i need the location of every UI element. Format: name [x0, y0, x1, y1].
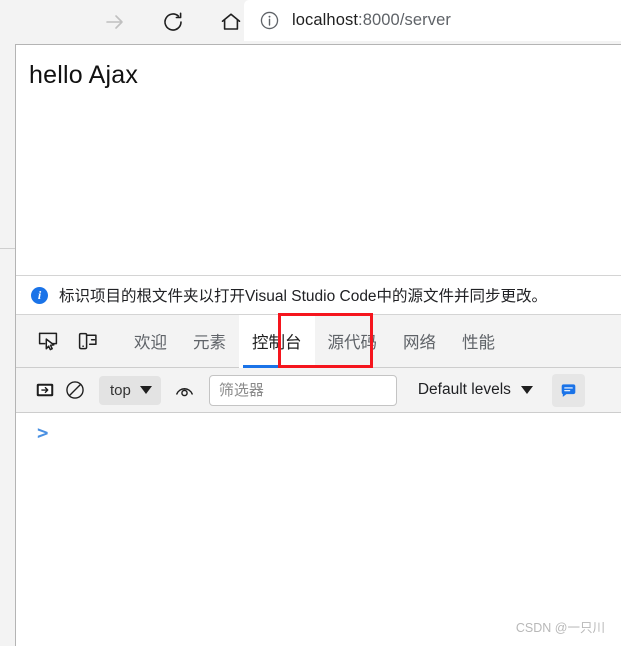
tab-label: 元素	[193, 334, 226, 352]
reload-button[interactable]	[154, 3, 192, 41]
console-filter-field[interactable]	[208, 374, 397, 406]
device-toolbar-button[interactable]	[71, 324, 105, 358]
info-circle-filled-icon: i	[31, 286, 48, 304]
url-path: :8000/server	[358, 11, 451, 29]
tab-label: 网络	[403, 334, 436, 352]
infobar-message: 标识项目的根文件夹以打开Visual Studio Code中的源文件并同步更改…	[59, 288, 548, 305]
tab-sources[interactable]: 源代码	[315, 315, 391, 368]
browser-toolbar: localhost:8000/server	[0, 0, 621, 44]
left-rail-divider	[0, 248, 15, 249]
arrow-right-icon	[106, 15, 123, 29]
page-viewport: hello Ajax	[16, 44, 621, 274]
issues-counter-button[interactable]	[551, 373, 585, 407]
chevron-down-icon	[520, 386, 533, 394]
execution-context-selector[interactable]: top	[99, 375, 161, 405]
site-info-icon[interactable]	[256, 8, 282, 34]
console-prompt-chevron: >	[37, 422, 49, 444]
tab-elements[interactable]: 元素	[180, 315, 239, 368]
inspect-element-button[interactable]	[31, 324, 65, 358]
tab-welcome[interactable]: 欢迎	[121, 315, 180, 368]
forward-button[interactable]	[96, 3, 134, 41]
tab-label: 性能	[462, 334, 495, 352]
devtools-panel: 欢迎 元素 控制台 源代码 网络 性能 top 筛选器 Default leve…	[16, 313, 621, 646]
tab-label: 源代码	[327, 334, 378, 352]
live-expression-icon	[176, 387, 194, 396]
tab-label: 欢迎	[134, 334, 167, 352]
chevron-down-icon	[139, 386, 152, 394]
address-bar[interactable]: localhost:8000/server	[244, 0, 621, 41]
execution-context-value: top	[110, 381, 131, 399]
page-heading: hello Ajax	[29, 61, 139, 89]
devtools-tabbar: 欢迎 元素 控制台 源代码 网络 性能	[16, 313, 621, 368]
tab-network[interactable]: 网络	[390, 315, 449, 368]
live-expression-button[interactable]	[170, 375, 200, 405]
console-toolbar: top Default levels	[16, 368, 621, 413]
log-levels-selector[interactable]: Default levels	[418, 381, 533, 399]
infobar: i 标识项目的根文件夹以打开Visual Studio Code中的源文件并同步…	[16, 275, 621, 315]
console-sidebar-icon	[36, 383, 54, 397]
console-filter-input[interactable]	[218, 381, 387, 399]
tab-console[interactable]: 控制台	[239, 314, 315, 368]
console-sidebar-toggle-button[interactable]	[30, 375, 60, 405]
clear-console-button[interactable]	[60, 375, 90, 405]
console-output-area[interactable]: > CSDN @一只川	[16, 413, 621, 646]
log-levels-label: Default levels	[417, 381, 511, 398]
tab-performance[interactable]: 性能	[449, 315, 508, 368]
device-toolbar-icon	[78, 332, 97, 350]
window-left-edge	[0, 44, 15, 646]
reload-icon	[164, 12, 182, 31]
inspect-element-icon	[38, 332, 58, 351]
url-host: localhost	[292, 11, 359, 29]
clear-console-icon	[66, 381, 84, 399]
issues-message-icon	[561, 383, 576, 397]
url-text: localhost:8000/server	[292, 11, 451, 30]
csdn-watermark: CSDN @一只川	[515, 621, 605, 635]
tab-label: 控制台	[252, 334, 302, 352]
home-icon	[221, 13, 241, 30]
